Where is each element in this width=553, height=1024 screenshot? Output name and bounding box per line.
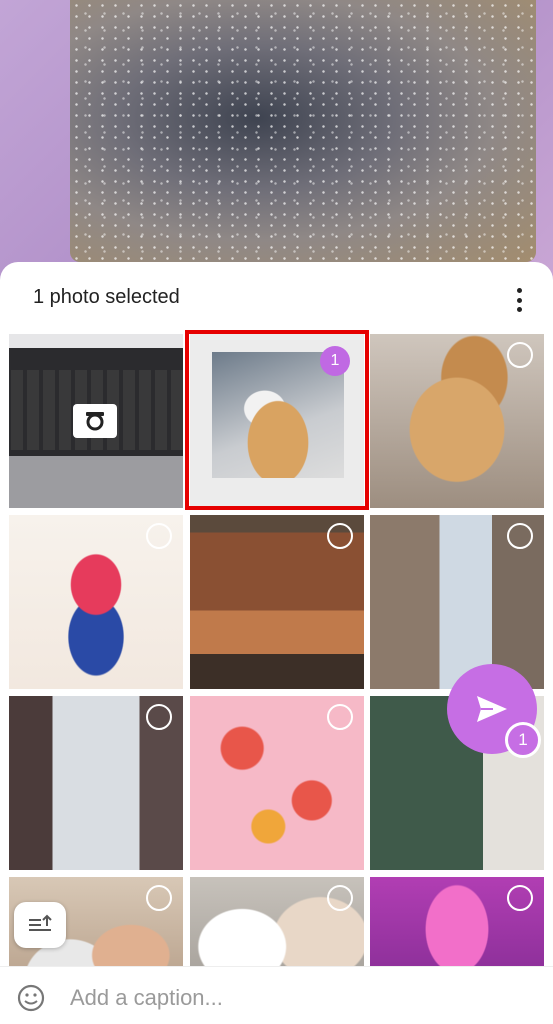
- bedroom-photo[interactable]: [190, 515, 364, 689]
- camera-button[interactable]: [73, 404, 117, 438]
- laptop-keyboard-photo[interactable]: [9, 334, 183, 508]
- illustration-poster-photo[interactable]: [9, 515, 183, 689]
- room-window-photo[interactable]: [370, 515, 544, 689]
- media-preview: [70, 0, 536, 262]
- send-count-badge: 1: [505, 722, 541, 758]
- select-circle[interactable]: [146, 885, 172, 911]
- select-circle[interactable]: [146, 704, 172, 730]
- window-curtains-photo[interactable]: [9, 696, 183, 870]
- camera-icon: [86, 412, 104, 431]
- cat-smiling-photo[interactable]: [370, 334, 544, 508]
- pink-illustration-photo[interactable]: [190, 696, 364, 870]
- more-vertical-icon: [516, 288, 522, 293]
- attachment-sheet: 1 photo selected 1: [0, 262, 553, 1024]
- more-options-button[interactable]: [507, 286, 531, 314]
- select-circle[interactable]: [327, 704, 353, 730]
- sort-up-icon: [29, 914, 52, 931]
- select-circle[interactable]: [507, 885, 533, 911]
- caption-bar: [0, 966, 553, 1024]
- sheet-header: 1 photo selected: [0, 262, 553, 332]
- emoji-smile-icon: [17, 984, 45, 1012]
- emoji-button[interactable]: [16, 983, 46, 1013]
- select-circle[interactable]: [507, 523, 533, 549]
- select-circle[interactable]: [327, 523, 353, 549]
- caption-input[interactable]: [68, 981, 432, 1015]
- scroll-top-button[interactable]: [14, 902, 66, 948]
- select-circle[interactable]: [507, 342, 533, 368]
- selected-highlight-frame: [185, 330, 369, 510]
- sheet-title: 1 photo selected: [33, 286, 180, 308]
- select-circle[interactable]: [327, 885, 353, 911]
- select-circle[interactable]: [146, 523, 172, 549]
- send-icon: [477, 696, 507, 722]
